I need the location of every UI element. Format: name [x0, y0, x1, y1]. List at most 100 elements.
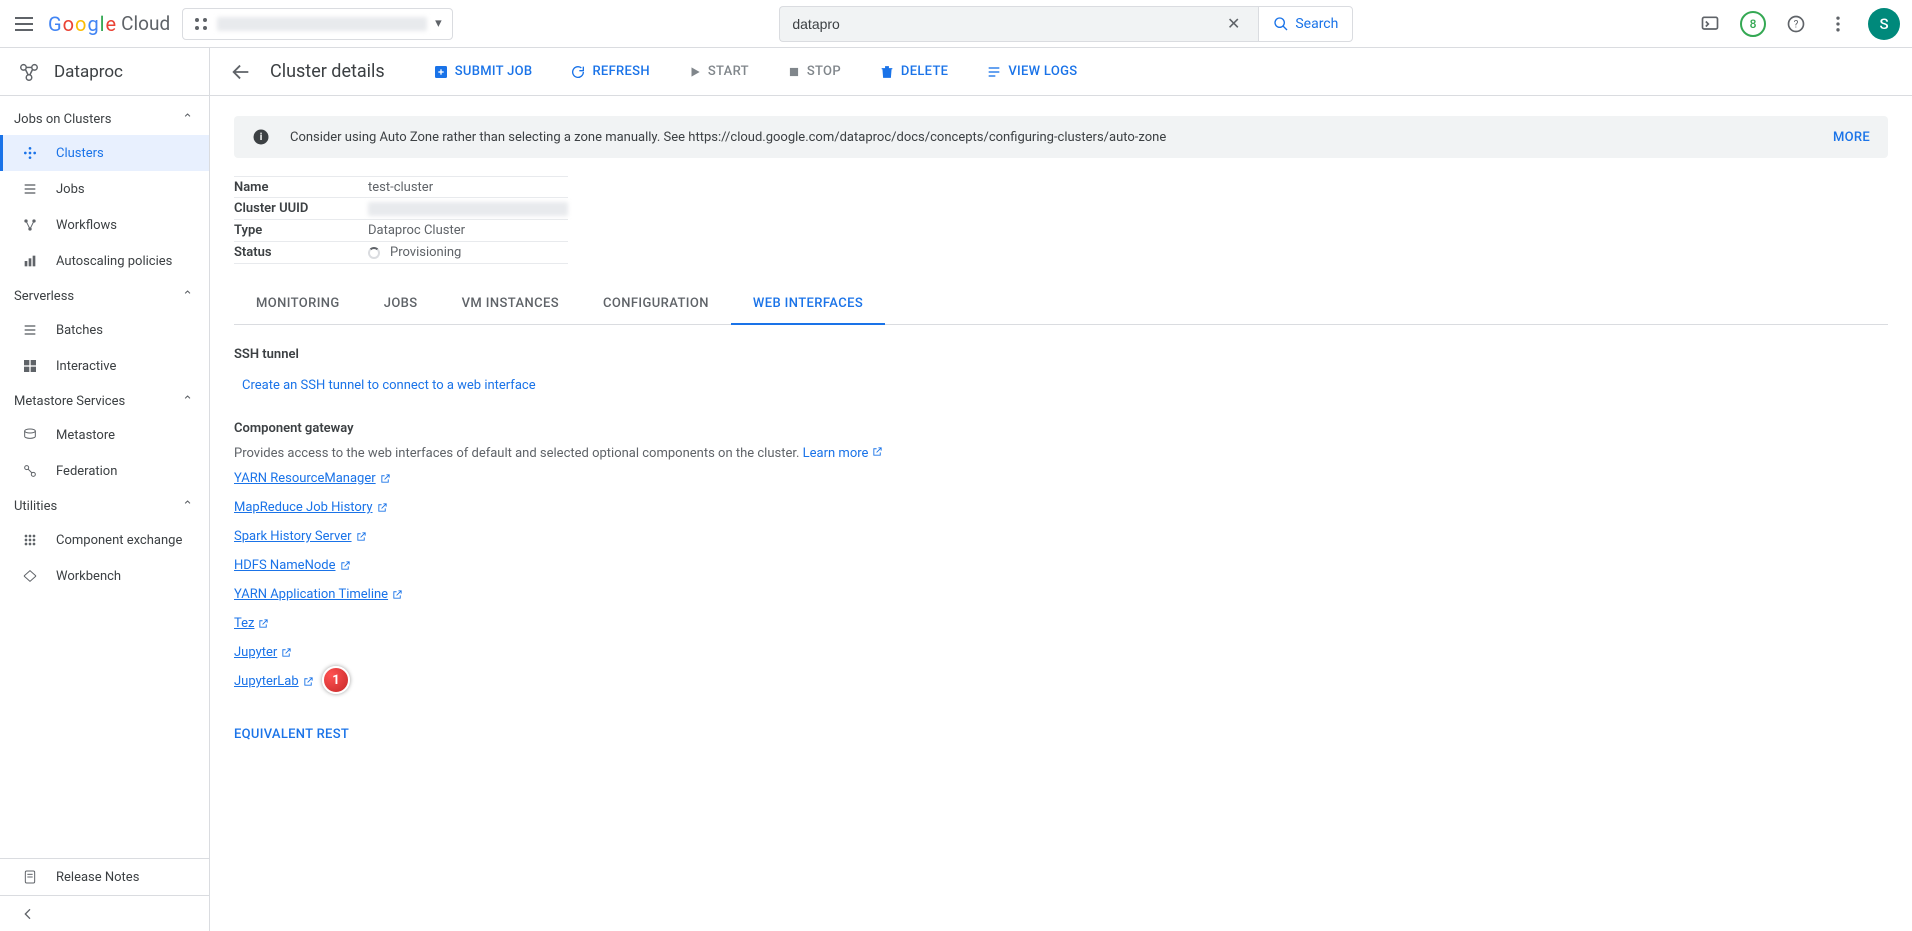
more-options-icon[interactable]: [1826, 12, 1850, 36]
workflow-icon: [20, 215, 40, 235]
delete-button[interactable]: DELETE: [869, 58, 958, 86]
sidebar-item-component-exchange[interactable]: Component exchange: [0, 522, 209, 558]
search-input[interactable]: [792, 16, 1221, 32]
learn-more-link[interactable]: Learn more: [803, 446, 883, 461]
gateway-link-yarn-application-timeline[interactable]: YARN Application Timeline: [234, 587, 403, 602]
sidebar-item-workbench[interactable]: Workbench: [0, 558, 209, 594]
tab-web-interfaces[interactable]: WEB INTERFACES: [731, 284, 885, 325]
gateway-link-mapreduce-job-history[interactable]: MapReduce Job History: [234, 500, 388, 515]
chevron-up-icon: ⌃: [182, 112, 193, 127]
start-button[interactable]: START: [678, 58, 759, 85]
gateway-link-hdfs-namenode[interactable]: HDFS NameNode: [234, 558, 351, 573]
component-gateway-heading: Component gateway: [234, 421, 1888, 436]
view-logs-button[interactable]: VIEW LOGS: [976, 58, 1087, 86]
search-icon: [1273, 16, 1289, 32]
cluster-tabs: MONITORING JOBS VM INSTANCES CONFIGURATI…: [234, 284, 1888, 325]
search-clear-icon[interactable]: ✕: [1221, 14, 1246, 33]
play-icon: [688, 65, 702, 79]
account-avatar[interactable]: S: [1868, 8, 1900, 40]
search-box[interactable]: ✕: [779, 6, 1258, 42]
collapse-sidebar-button[interactable]: [0, 895, 209, 931]
tab-jobs[interactable]: JOBS: [362, 284, 440, 324]
gateway-link-jupyter[interactable]: Jupyter: [234, 645, 292, 660]
dashboard-icon: [20, 356, 40, 376]
sidebar-item-interactive[interactable]: Interactive: [0, 348, 209, 384]
clusters-icon: [20, 143, 40, 163]
help-icon[interactable]: ?: [1784, 12, 1808, 36]
sidebar-item-release-notes[interactable]: Release Notes: [0, 859, 209, 895]
list-icon: [20, 179, 40, 199]
chevron-down-icon: ▾: [435, 16, 442, 31]
annotation-marker-1: 1: [322, 666, 350, 694]
chevron-up-icon: ⌃: [182, 499, 193, 514]
doc-icon: [20, 867, 40, 887]
project-name-redacted: [217, 17, 427, 31]
top-header: Google Cloud ▾ ✕ Search 8 ? S: [0, 0, 1912, 48]
tab-vm-instances[interactable]: VM INSTANCES: [440, 284, 581, 324]
logs-icon: [986, 64, 1002, 80]
cloud-shell-icon[interactable]: [1698, 12, 1722, 36]
google-cloud-logo[interactable]: Google Cloud: [48, 12, 170, 36]
external-link-icon: [392, 589, 403, 600]
tab-monitoring[interactable]: MONITORING: [234, 284, 362, 324]
sidebar-item-autoscaling-policies[interactable]: Autoscaling policies: [0, 243, 209, 279]
svg-text:?: ?: [1794, 19, 1799, 30]
sidebar-item-metastore[interactable]: Metastore: [0, 417, 209, 453]
federation-icon: [20, 461, 40, 481]
gateway-description: Provides access to the web interfaces of…: [234, 446, 1888, 461]
back-arrow-icon[interactable]: [230, 61, 252, 83]
external-link-icon: [356, 531, 367, 542]
section-serverless[interactable]: Serverless⌃: [0, 279, 209, 312]
nav-menu-icon[interactable]: [12, 12, 36, 36]
project-selector[interactable]: ▾: [182, 8, 453, 40]
gateway-link-spark-history-server[interactable]: Spark History Server: [234, 529, 367, 544]
apps-icon: [20, 530, 40, 550]
ssh-tunnel-link[interactable]: Create an SSH tunnel to connect to a web…: [242, 378, 536, 393]
product-title[interactable]: Dataproc: [0, 48, 209, 96]
section-utilities[interactable]: Utilities⌃: [0, 489, 209, 522]
chevron-up-icon: ⌃: [182, 289, 193, 304]
external-link-icon: [340, 560, 351, 571]
sidebar-item-federation[interactable]: Federation: [0, 453, 209, 489]
sidebar: Dataproc Jobs on Clusters⌃ Clusters Jobs…: [0, 48, 210, 931]
content-area: Cluster details SUBMIT JOB REFRESH START…: [210, 48, 1912, 931]
ssh-tunnel-heading: SSH tunnel: [234, 347, 1888, 362]
refresh-icon: [570, 64, 586, 80]
gateway-link-jupyterlab[interactable]: JupyterLab: [234, 674, 314, 689]
free-trial-badge[interactable]: 8: [1740, 11, 1766, 37]
equivalent-rest-button[interactable]: EQUIVALENT REST: [234, 727, 349, 742]
stop-icon: [787, 65, 801, 79]
section-metastore[interactable]: Metastore Services⌃: [0, 384, 209, 417]
external-link-icon: [872, 446, 883, 457]
trash-icon: [879, 64, 895, 80]
sidebar-item-jobs[interactable]: Jobs: [0, 171, 209, 207]
sidebar-item-clusters[interactable]: Clusters: [0, 135, 209, 171]
submit-job-button[interactable]: SUBMIT JOB: [423, 58, 543, 86]
stop-button[interactable]: STOP: [777, 58, 851, 85]
dataproc-icon: [18, 61, 40, 83]
gateway-link-yarn-resourcemanager[interactable]: YARN ResourceManager: [234, 471, 391, 486]
info-banner: i Consider using Auto Zone rather than s…: [234, 116, 1888, 158]
sidebar-item-batches[interactable]: Batches: [0, 312, 209, 348]
external-link-icon: [377, 502, 388, 513]
info-icon: i: [252, 128, 270, 146]
page-header: Cluster details SUBMIT JOB REFRESH START…: [210, 48, 1912, 96]
search-button[interactable]: Search: [1258, 6, 1353, 42]
external-link-icon: [380, 473, 391, 484]
external-link-icon: [303, 676, 314, 687]
top-right-actions: 8 ? S: [1698, 8, 1900, 40]
workbench-icon: [20, 566, 40, 586]
status-spinner-icon: [368, 247, 380, 259]
gateway-link-tez[interactable]: Tez: [234, 616, 269, 631]
refresh-button[interactable]: REFRESH: [560, 58, 659, 86]
bar-chart-icon: [20, 251, 40, 271]
uuid-redacted: [368, 202, 568, 216]
add-box-icon: [433, 64, 449, 80]
project-icon: [193, 16, 209, 32]
external-link-icon: [258, 618, 269, 629]
tab-configuration[interactable]: CONFIGURATION: [581, 284, 731, 324]
banner-text: Consider using Auto Zone rather than sel…: [290, 130, 1166, 145]
sidebar-item-workflows[interactable]: Workflows: [0, 207, 209, 243]
banner-more-button[interactable]: MORE: [1833, 130, 1870, 145]
section-jobs-on-clusters[interactable]: Jobs on Clusters⌃: [0, 102, 209, 135]
